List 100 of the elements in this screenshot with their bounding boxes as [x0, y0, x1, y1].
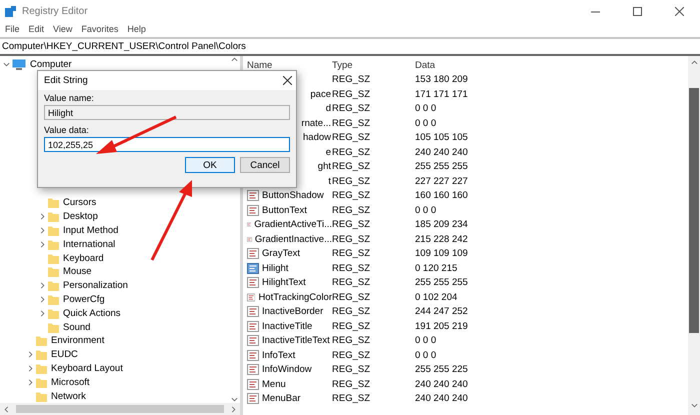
value-type: REG_SZ: [332, 277, 372, 288]
tree-item[interactable]: Environment: [51, 335, 104, 346]
tree-item[interactable]: Computer: [30, 59, 72, 70]
value-name[interactable]: Hilight: [262, 262, 288, 274]
value-name[interactable]: d: [326, 103, 331, 114]
value-name[interactable]: InfoWindow: [262, 364, 312, 376]
value-type: REG_SZ: [332, 176, 372, 187]
value-type: REG_SZ: [332, 306, 372, 318]
value-type: REG_SZ: [332, 320, 372, 332]
tree-item[interactable]: EUDC: [51, 349, 78, 360]
chevron-right-icon[interactable]: [39, 226, 46, 234]
value-name[interactable]: InactiveTitle: [262, 320, 312, 332]
value-name[interactable]: GradientInactive...: [254, 234, 332, 245]
field-label: Value data:: [44, 125, 90, 135]
address-bar[interactable]: Computer\HKEY_CURRENT_USER\Control Panel\Colors: [0, 37, 700, 56]
value-name[interactable]: InactiveTitleText: [262, 335, 330, 346]
scroll-down-icon[interactable]: [690, 402, 698, 409]
chevron-right-icon[interactable]: [39, 296, 46, 303]
tree-item[interactable]: Microsoft: [51, 376, 90, 388]
value-data: 0 0 0: [415, 204, 438, 216]
tree-item[interactable]: International: [63, 238, 116, 250]
scroll-right-icon[interactable]: [230, 406, 237, 412]
tree-item[interactable]: Cursors: [63, 197, 96, 208]
value-name[interactable]: InfoText: [262, 350, 296, 361]
menu-item[interactable]: Edit: [28, 24, 44, 34]
value-name[interactable]: GradientActiveTi...: [254, 219, 332, 230]
chevron-down-icon[interactable]: [3, 61, 10, 68]
value-name[interactable]: rnate...: [301, 118, 331, 129]
chevron-right-icon[interactable]: [39, 282, 46, 290]
value-type: REG_SZ: [332, 146, 372, 158]
folder-icon: [48, 294, 59, 305]
value-name[interactable]: HotTrackingColor: [258, 292, 332, 303]
chevron-right-icon[interactable]: [39, 240, 46, 248]
value-data: 255 255 255: [415, 161, 469, 172]
value-data: 0 0 0: [415, 335, 438, 346]
folder-icon: [48, 280, 59, 292]
ok-button[interactable]: OK: [185, 157, 235, 173]
value-type: REG_SZ: [332, 118, 372, 129]
tree-item[interactable]: Personalization: [63, 280, 128, 292]
value-data: 185 209 234: [415, 219, 469, 230]
column-header[interactable]: Name: [247, 60, 332, 71]
chevron-right-icon[interactable]: [27, 364, 34, 372]
value-data: 240 240 240: [415, 146, 469, 158]
value-name[interactable]: ButtonShadow: [262, 190, 324, 202]
value-name[interactable]: hadow: [303, 132, 331, 144]
menu-item[interactable]: View: [53, 24, 72, 34]
value-data: 255 255 225: [415, 364, 469, 376]
folder-icon: [36, 362, 47, 374]
folder-icon: [36, 349, 47, 360]
tree-item[interactable]: Desktop: [63, 211, 98, 222]
scroll-left-icon[interactable]: [3, 406, 10, 412]
menu-item[interactable]: File: [5, 24, 20, 34]
value-name[interactable]: e: [326, 146, 331, 158]
value-type: REG_SZ: [332, 88, 372, 100]
scrollbar-thumb[interactable]: [16, 405, 224, 413]
value-name-field[interactable]: Hilight: [44, 105, 290, 120]
value-data: 215 228 242: [415, 234, 469, 245]
cancel-button[interactable]: Cancel: [240, 157, 290, 173]
close-icon[interactable]: [674, 6, 684, 16]
value-name[interactable]: HilightText: [262, 277, 306, 288]
tree-item[interactable]: Keyboard Layout: [51, 362, 123, 374]
folder-icon: [48, 238, 59, 250]
menu-item[interactable]: Help: [127, 24, 146, 34]
column-header[interactable]: Data: [415, 60, 688, 71]
menu-item[interactable]: Favorites: [81, 24, 118, 34]
scroll-up-icon[interactable]: [690, 59, 698, 66]
close-icon[interactable]: [283, 76, 292, 85]
folder-icon: [48, 211, 59, 222]
tree-item[interactable]: Keyboard: [63, 252, 104, 264]
value-type: REG_SZ: [332, 262, 372, 274]
folder-icon: [48, 322, 59, 333]
chevron-right-icon[interactable]: [27, 351, 34, 358]
value-name[interactable]: GrayText: [262, 248, 300, 260]
value-name[interactable]: InactiveBorder: [262, 306, 324, 318]
value-data: 153 180 209: [415, 74, 469, 86]
scrollbar-thumb[interactable]: [689, 88, 699, 333]
tree-item[interactable]: Network: [51, 390, 86, 402]
tree-item[interactable]: Mouse: [63, 266, 92, 278]
value-data: 244 247 252: [415, 306, 469, 318]
column-header[interactable]: Type: [332, 60, 415, 71]
value-name[interactable]: pace: [310, 88, 331, 100]
value-name[interactable]: MenuBar: [262, 393, 301, 404]
tree-item[interactable]: Sound: [63, 322, 90, 333]
value-type: REG_SZ: [332, 335, 372, 346]
tree-item[interactable]: PowerCfg: [63, 294, 105, 305]
chevron-right-icon[interactable]: [39, 213, 46, 220]
scroll-down-icon[interactable]: [230, 396, 238, 403]
value-data-field[interactable]: 102,255,25: [44, 137, 290, 152]
chevron-right-icon[interactable]: [39, 310, 46, 317]
chevron-right-icon[interactable]: [27, 378, 34, 386]
maximize-icon[interactable]: [632, 6, 642, 16]
scroll-up-icon[interactable]: [230, 56, 238, 63]
tree-item[interactable]: Quick Actions: [63, 308, 121, 319]
value-name[interactable]: t: [328, 176, 331, 187]
value-data: 105 105 105: [415, 132, 469, 144]
tree-item[interactable]: Input Method: [63, 224, 118, 236]
value-name[interactable]: ght: [318, 161, 331, 172]
value-data: 240 240 240: [415, 393, 469, 404]
value-name[interactable]: ButtonText: [262, 204, 307, 216]
value-name[interactable]: Menu: [262, 378, 286, 390]
